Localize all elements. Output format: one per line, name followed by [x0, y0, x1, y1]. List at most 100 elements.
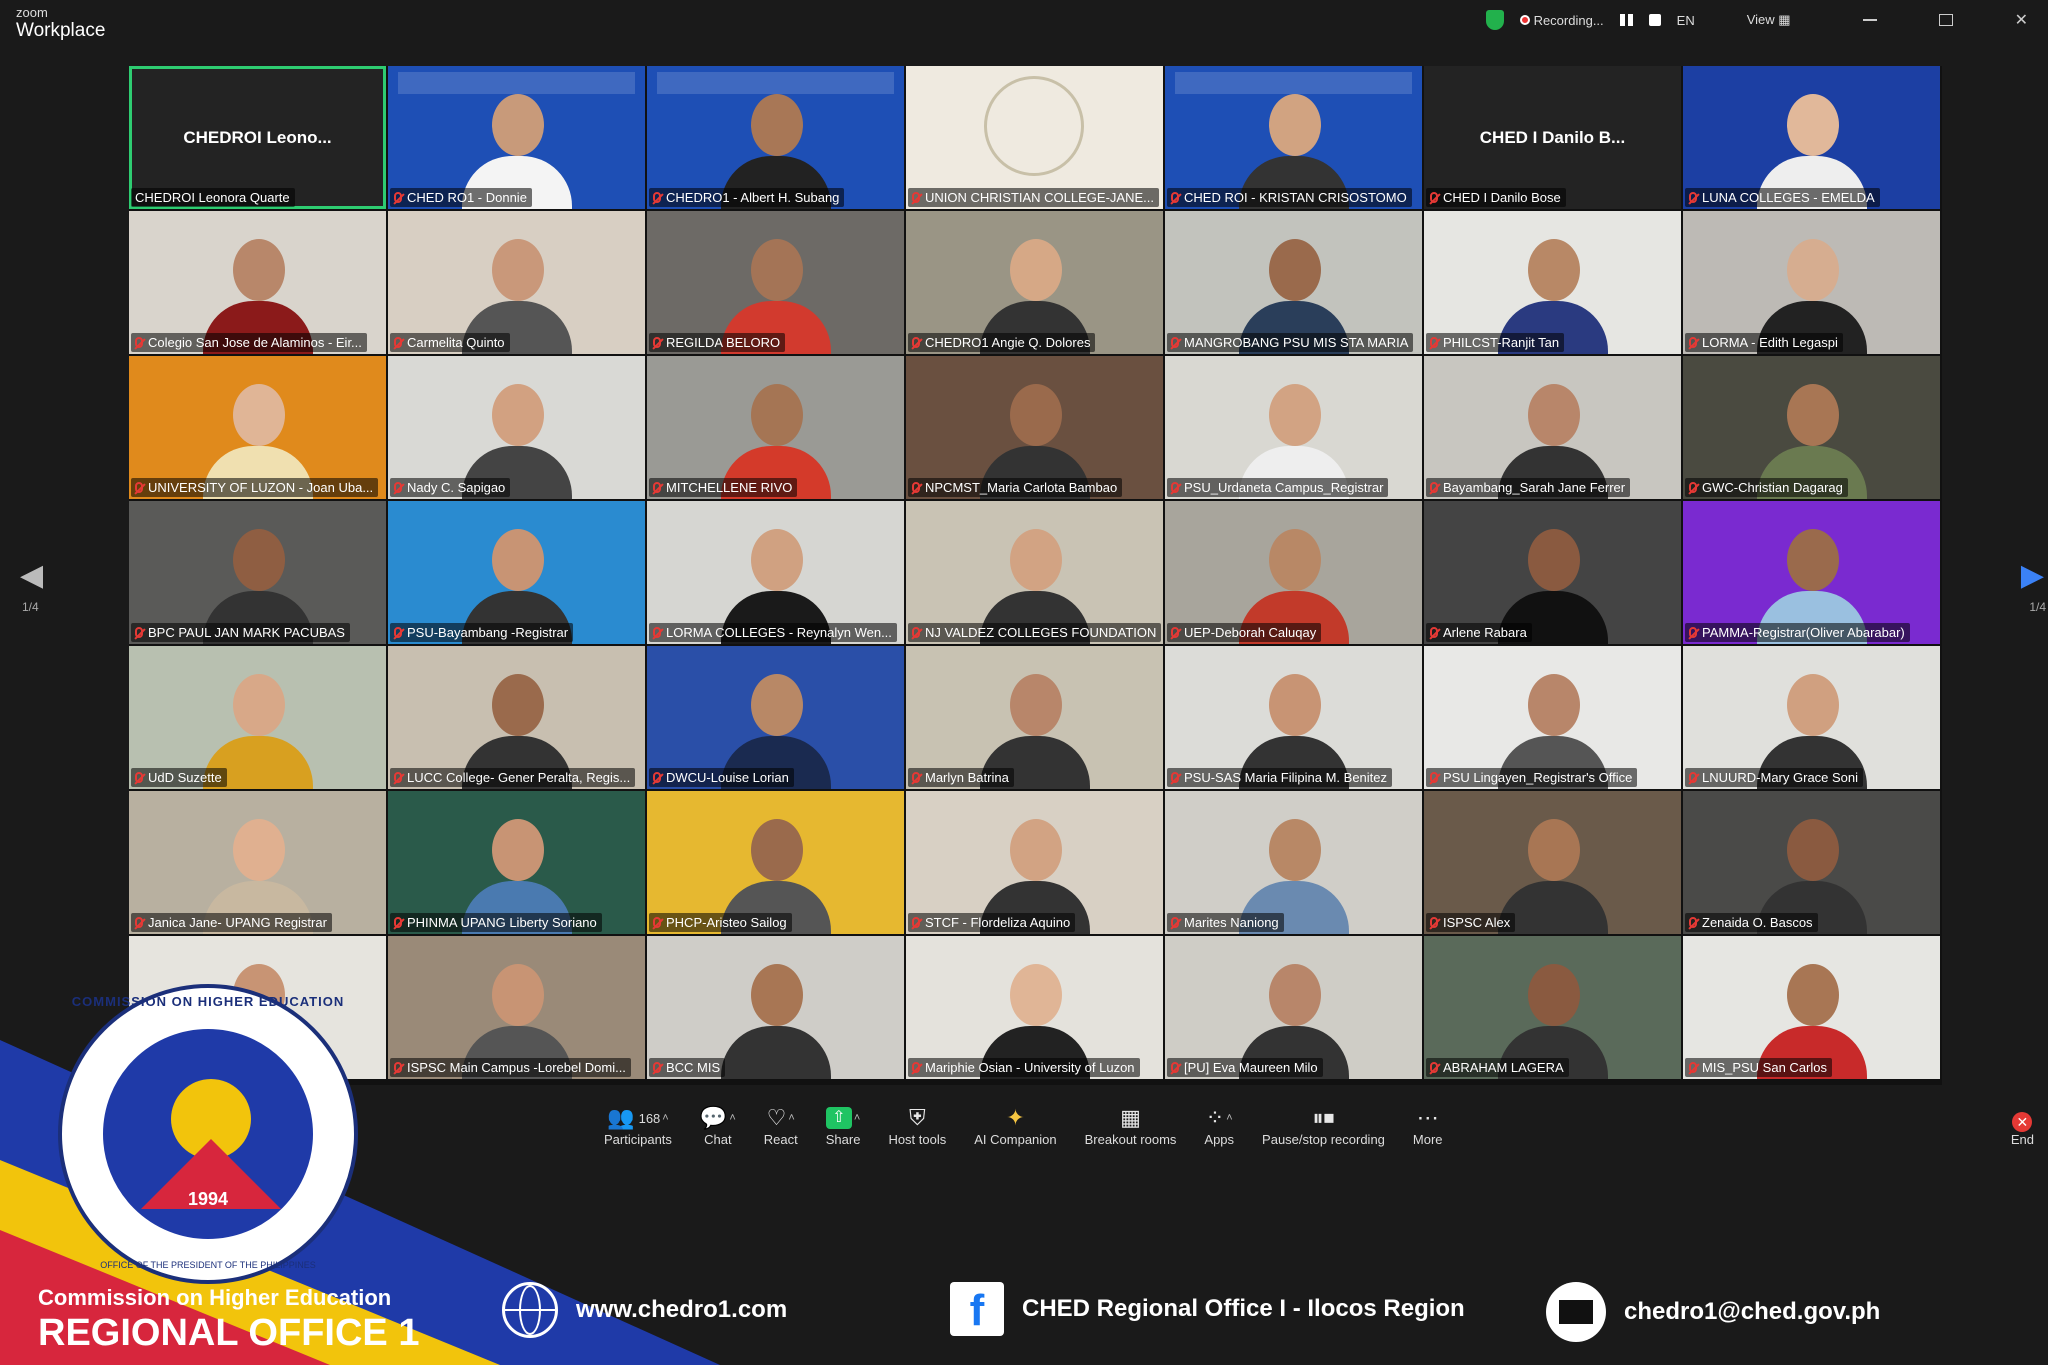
more-button[interactable]: ⋯ More [1399, 1104, 1457, 1147]
restore-window-icon[interactable] [1938, 14, 1953, 26]
ai-companion-button[interactable]: ✦ AI Companion [960, 1104, 1070, 1147]
participant-tile[interactable]: PSU-SAS Maria Filipina M. Benitez [1165, 646, 1422, 789]
participant-tile[interactable]: Bayambang_Sarah Jane Ferrer [1424, 356, 1681, 499]
breakout-rooms-button[interactable]: ▦ Breakout rooms [1071, 1104, 1191, 1147]
muted-mic-icon [394, 192, 402, 203]
participant-tile[interactable]: ISPSC Alex [1424, 791, 1681, 934]
participant-tile[interactable]: Janica Jane- UPANG Registrar [129, 791, 386, 934]
apps-button[interactable]: ⁘ ˄ Apps [1190, 1104, 1248, 1147]
participant-tile[interactable]: PSU_Urdaneta Campus_Registrar [1165, 356, 1422, 499]
org-name: Commission on Higher Education [38, 1285, 392, 1310]
participant-tile[interactable]: MANGROBANG PSU MIS STA MARIA [1165, 211, 1422, 354]
language-button[interactable]: EN [1677, 13, 1695, 28]
react-button[interactable]: ♡ ˄ React [750, 1104, 812, 1147]
participant-tile[interactable]: ABRAHAM LAGERA [1424, 936, 1681, 1079]
facebook-contact: f CHED Regional Office I - Ilocos Region [950, 1282, 1465, 1336]
minimize-icon[interactable] [1862, 19, 1877, 21]
participant-tile[interactable]: Carmelita Quinto [388, 211, 645, 354]
participant-tile[interactable]: PHILCST-Ranjit Tan [1424, 211, 1681, 354]
participant-face [750, 239, 803, 301]
participant-tile[interactable]: PHINMA UPANG Liberty Soriano [388, 791, 645, 934]
participant-name-text: PHINMA UPANG Liberty Soriano [407, 915, 597, 930]
participant-tile[interactable]: MITCHELLENE RIVO [647, 356, 904, 499]
muted-mic-icon [394, 337, 402, 348]
pause-recording-icon[interactable] [1619, 14, 1633, 26]
participant-tile[interactable]: UNIVERSITY OF LUZON - Joan Uba... [129, 356, 386, 499]
previous-page-icon[interactable]: ◀ [20, 558, 43, 593]
participant-name-label: CHEDROI Leonora Quarte [131, 188, 295, 207]
participant-tile[interactable]: MIS_PSU San Carlos [1683, 936, 1940, 1079]
participant-tile[interactable]: PHCP-Aristeo Sailog [647, 791, 904, 934]
breakout-rooms-label: Breakout rooms [1084, 1132, 1177, 1147]
chevron-up-icon[interactable]: ˄ [1226, 1112, 1232, 1124]
next-page-icon[interactable]: ▶ [2021, 558, 2044, 593]
participant-tile[interactable]: LUCC College- Gener Peralta, Regis... [388, 646, 645, 789]
participant-tile[interactable]: CHED I Danilo B... CHED I Danilo Bose [1424, 66, 1681, 209]
security-shield-icon[interactable] [1485, 10, 1504, 30]
participant-tile[interactable]: CHED RO1 - Donnie [388, 66, 645, 209]
participant-tile[interactable]: CHEDRO1 - Albert H. Subang [647, 66, 904, 209]
participant-tile[interactable]: STCF - Flordeliza Aquino [906, 791, 1163, 934]
participant-tile[interactable]: DWCU-Louise Lorian [647, 646, 904, 789]
participant-tile[interactable]: Marites Naniong [1165, 791, 1422, 934]
participant-tile[interactable]: PSU Lingayen_Registrar's Office [1424, 646, 1681, 789]
chevron-up-icon[interactable]: ˄ [729, 1112, 735, 1124]
participant-tile[interactable]: PSU-Bayambang -Registrar [388, 501, 645, 644]
recording-control-button[interactable]: ⏸⏹ Pause/stop recording [1248, 1104, 1399, 1147]
participant-tile[interactable]: UEP-Deborah Caluqay [1165, 501, 1422, 644]
share-button[interactable]: ⇧ ˄ Share [812, 1104, 875, 1147]
participant-tile[interactable]: CHEDROI Leono... CHEDROI Leonora Quarte [129, 66, 386, 209]
participant-tile[interactable]: UdD Suzette [129, 646, 386, 789]
chevron-up-icon[interactable]: ˄ [788, 1112, 794, 1124]
muted-mic-icon [1689, 627, 1697, 638]
ched-seal: COMMISSION ON HIGHER EDUCATION 1994 OFFI… [58, 984, 358, 1284]
participant-tile[interactable]: BPC PAUL JAN MARK PACUBAS [129, 501, 386, 644]
participant-tile[interactable]: CHEDRO1 Angie Q. Dolores [906, 211, 1163, 354]
participant-tile[interactable]: LUNA COLLEGES - EMELDA [1683, 66, 1940, 209]
close-window-icon[interactable]: ✕ [2015, 10, 2028, 30]
participant-name-label: CHEDRO1 - Albert H. Subang [649, 188, 845, 207]
participant-tile[interactable]: CHED ROI - KRISTAN CRISOSTOMO [1165, 66, 1422, 209]
participant-tile[interactable]: LORMA - Edith Legaspi [1683, 211, 1940, 354]
website-contact: www.chedro1.com [502, 1282, 787, 1338]
participant-name-label: CHED RO1 - Donnie [390, 188, 532, 207]
muted-mic-icon [1689, 1062, 1697, 1073]
muted-mic-icon [1171, 772, 1179, 783]
end-meeting-button[interactable]: ✕ End [2011, 1112, 2034, 1147]
host-tools-button[interactable]: ⛨ Host tools [874, 1104, 960, 1147]
chevron-up-icon[interactable]: ˄ [854, 1112, 860, 1124]
participant-tile[interactable]: NJ VALDEZ COLLEGES FOUNDATION [906, 501, 1163, 644]
participant-tile[interactable]: Colegio San Jose de Alaminos - Eir... [129, 211, 386, 354]
participant-tile[interactable]: GWC-Christian Dagarag [1683, 356, 1940, 499]
participant-tile[interactable]: Nady C. Sapigao [388, 356, 645, 499]
participant-name-text: Carmelita Quinto [407, 335, 505, 350]
participant-tile[interactable]: Zenaida O. Bascos [1683, 791, 1940, 934]
participant-name-text: CHED RO1 - Donnie [407, 190, 527, 205]
participant-tile[interactable]: Marlyn Batrina [906, 646, 1163, 789]
participant-tile[interactable]: LNUURD-Mary Grace Soni [1683, 646, 1940, 789]
participant-face [1268, 529, 1321, 591]
participant-name-text: Janica Jane- UPANG Registrar [148, 915, 327, 930]
recording-indicator[interactable]: Recording... [1519, 13, 1604, 28]
participant-tile[interactable]: Mariphie Osian - University of Luzon [906, 936, 1163, 1079]
participant-name-label: Carmelita Quinto [390, 333, 510, 352]
participant-tile[interactable]: LORMA COLLEGES - Reynalyn Wen... [647, 501, 904, 644]
participant-tile[interactable]: Arlene Rabara [1424, 501, 1681, 644]
participant-name-label: UNIVERSITY OF LUZON - Joan Uba... [131, 478, 379, 497]
participant-name-text: CHEDRO1 Angie Q. Dolores [925, 335, 1091, 350]
participant-tile[interactable]: UNION CHRISTIAN COLLEGE-JANE... [906, 66, 1163, 209]
view-button[interactable]: View ▦ [1747, 12, 1791, 28]
participant-name-text: PSU-Bayambang -Registrar [407, 625, 569, 640]
participant-tile[interactable]: [PU] Eva Maureen Milo [1165, 936, 1422, 1079]
stop-recording-icon[interactable] [1648, 14, 1661, 26]
participant-face [232, 819, 285, 881]
participant-name-text: PHCP-Aristeo Sailog [666, 915, 787, 930]
participant-tile[interactable]: REGILDA BELORO [647, 211, 904, 354]
participant-face [750, 674, 803, 736]
participant-face [491, 94, 544, 156]
muted-mic-icon [1430, 192, 1438, 203]
participant-name-label: UEP-Deborah Caluqay [1167, 623, 1322, 642]
participant-tile[interactable]: PAMMA-Registrar(Oliver Abarabar) [1683, 501, 1940, 644]
participant-face [750, 819, 803, 881]
participant-tile[interactable]: NPCMST_Maria Carlota Bambao [906, 356, 1163, 499]
